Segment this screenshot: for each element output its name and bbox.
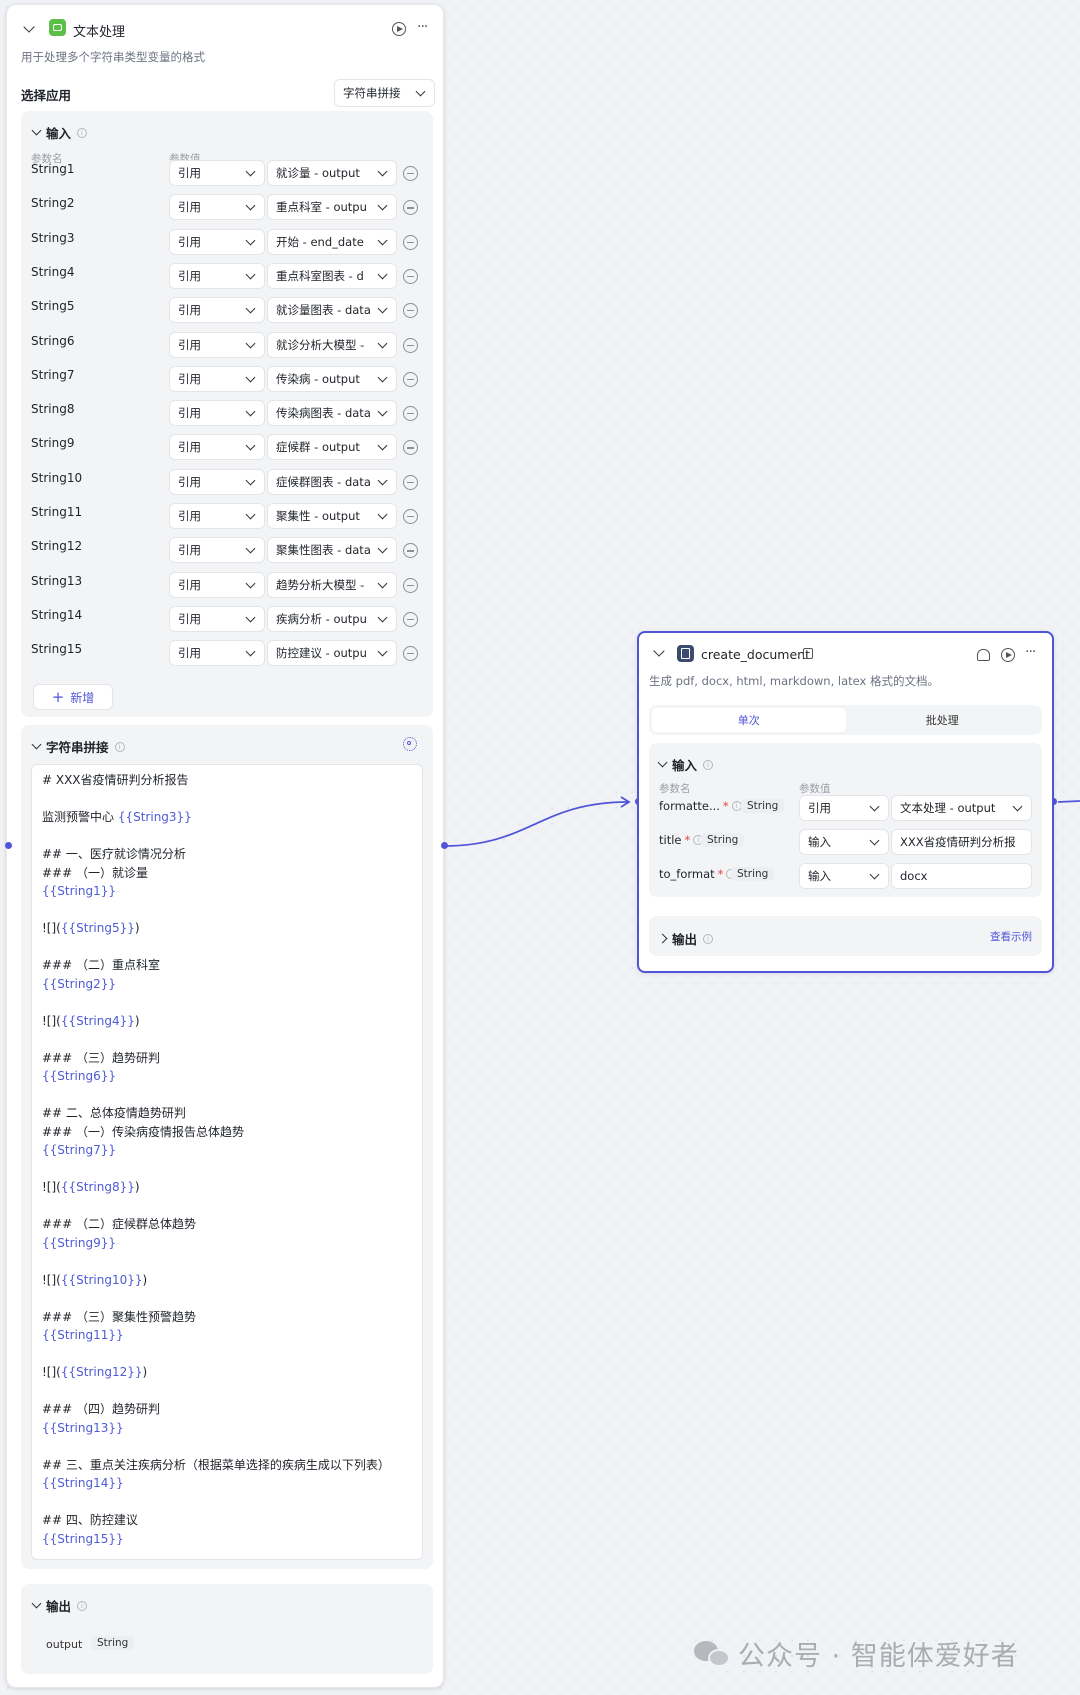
document-plugin-icon <box>677 645 694 662</box>
param-name-group: formatte... * i <box>659 799 742 813</box>
doc-output-header[interactable]: 输出 i <box>657 929 714 948</box>
node-description: 生成 pdf, docx, html, markdown, latex 格式的文… <box>649 674 939 688</box>
param-value-select[interactable]: 文本处理 - output <box>891 795 1032 821</box>
required-star: * <box>722 799 729 813</box>
param-name-group: title * i <box>659 833 704 847</box>
param-value-input[interactable]: docx <box>891 863 1032 889</box>
param-type-tag: String <box>731 867 775 881</box>
param-value: docx <box>900 869 928 883</box>
doc-input-panel: 输入 i 参数名 参数值 formatte... * i String 引用 文本处理 -… <box>649 743 1042 897</box>
doc-output-title: 输出 <box>672 932 698 947</box>
chevron-down-icon <box>869 869 880 880</box>
required-star: * <box>684 833 691 847</box>
col-param-value: 参数值 <box>799 783 831 795</box>
param-name: to_format <box>659 867 715 881</box>
info-icon: i <box>703 759 714 770</box>
doc-input-row: to_format*iString 输入 docx <box>649 863 1042 889</box>
param-mode-value: 输入 <box>808 869 831 883</box>
param-value-input[interactable]: XXX省疫情研判分析报 <box>891 829 1032 855</box>
param-value: XXX省疫情研判分析报 <box>900 835 1016 849</box>
doc-input-row: title * i String 输入 XXX省疫情研判分析报 <box>649 829 1042 855</box>
param-name-group: to_format*i <box>659 867 737 881</box>
mode-tabs: 单次 批处理 <box>649 705 1042 735</box>
view-example-link[interactable]: 查看示例 <box>990 929 1032 944</box>
input-port[interactable] <box>5 842 12 849</box>
param-mode-select[interactable]: 输入 <box>799 829 889 855</box>
output-port[interactable] <box>441 842 448 849</box>
collapse-chevron-icon[interactable] <box>653 645 665 657</box>
doc-input-row: formatte... * i String 引用 文本处理 - output <box>649 795 1042 821</box>
more-icon[interactable]: ··· <box>1025 644 1036 660</box>
doc-input-header[interactable]: 输入 i <box>657 755 714 774</box>
chevron-down-icon <box>869 801 880 812</box>
node-title: create_document <box>701 647 810 662</box>
tab-single[interactable]: 单次 <box>652 708 846 732</box>
param-name: title <box>659 833 682 847</box>
param-type-tag: String <box>741 799 785 813</box>
tab-batch[interactable]: 批处理 <box>846 708 1040 732</box>
chevron-right-icon <box>657 933 668 944</box>
doc-output-panel: 输出 i 查看示例 <box>649 916 1042 956</box>
watermark: 公众号 · 智能体爱好者 <box>694 1634 1019 1673</box>
chevron-down-icon <box>657 757 668 768</box>
bookmark-icon <box>803 648 813 659</box>
param-mode-select[interactable]: 引用 <box>799 795 889 821</box>
info-icon: i <box>703 933 714 944</box>
chevron-down-icon <box>869 835 880 846</box>
connection-line <box>443 801 629 847</box>
param-mode-value: 引用 <box>808 801 831 815</box>
col-param-name: 参数名 <box>659 783 691 795</box>
bell-off-icon[interactable] <box>977 649 990 661</box>
required-star: * <box>717 867 724 881</box>
connection-line-out <box>1057 800 1080 803</box>
param-type-tag: String <box>701 833 745 847</box>
wechat-icon <box>694 1639 730 1669</box>
param-mode-value: 输入 <box>808 835 831 849</box>
param-name: formatte... <box>659 799 720 813</box>
param-value: 文本处理 - output <box>900 801 996 815</box>
param-mode-select[interactable]: 输入 <box>799 863 889 889</box>
chevron-down-icon <box>1012 801 1023 812</box>
watermark-text: 公众号 · 智能体爱好者 <box>738 1641 1019 1672</box>
doc-input-title: 输入 <box>672 758 698 773</box>
create-document-node[interactable]: create_document ··· 生成 pdf, docx, html, … <box>637 631 1054 973</box>
run-icon[interactable] <box>1001 648 1015 662</box>
